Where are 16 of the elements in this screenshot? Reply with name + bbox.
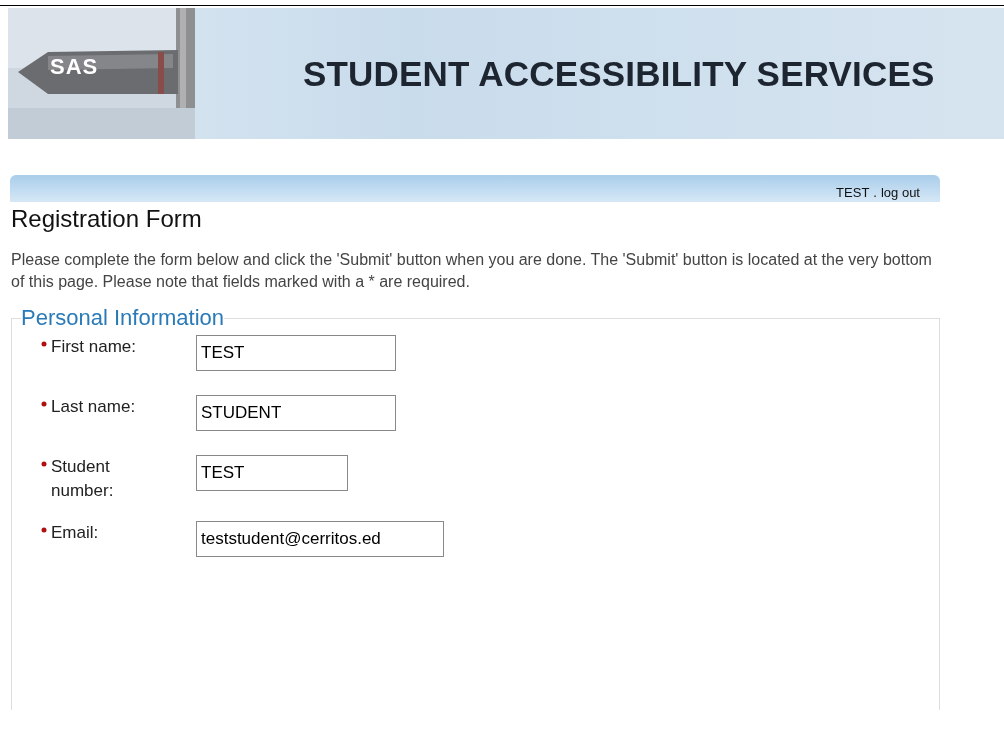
text-field[interactable]: teststudent@cerritos.ed xyxy=(196,521,444,557)
intro-text: Please complete the form below and click the 'Submit' button when you are done. The 'Submit' button is located at the very bottom of this page. Please note that fields marked with a * are required. xyxy=(11,250,933,292)
field-label: Last name: xyxy=(51,396,137,418)
page-heading: Registration Form xyxy=(11,205,203,233)
site-title: STUDENT ACCESSIBILITY SERVICES xyxy=(303,53,935,94)
text-field[interactable]: STUDENT xyxy=(196,395,396,431)
user-name: TEST xyxy=(836,185,870,200)
field-label: Student number: xyxy=(51,456,115,502)
logo-text: SAS xyxy=(50,54,99,80)
logout-link[interactable]: log out xyxy=(880,185,920,200)
text-field[interactable]: TEST xyxy=(196,335,396,371)
text-field[interactable]: TEST xyxy=(196,455,348,491)
field-label: Email: xyxy=(51,522,100,544)
section-title: Personal Information xyxy=(21,305,224,331)
field-label: First name: xyxy=(51,336,138,358)
separator: . xyxy=(873,185,877,200)
